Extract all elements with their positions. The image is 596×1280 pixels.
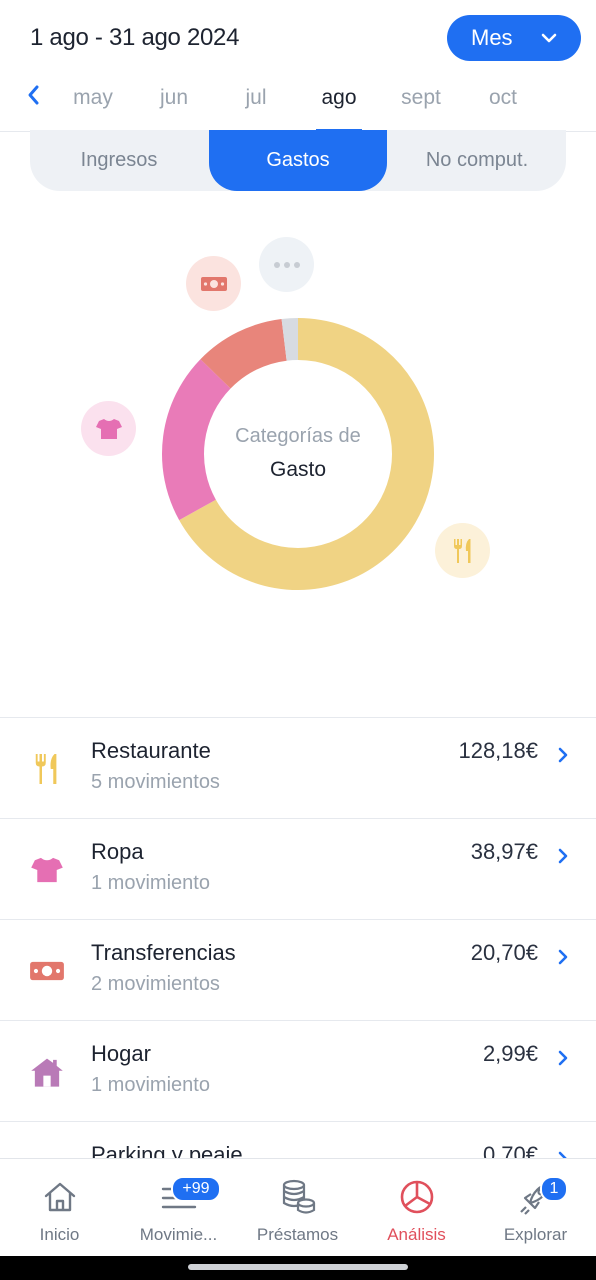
category-count: 1 movimiento [91,872,210,894]
segment-ingresos[interactable]: Ingresos [30,130,208,191]
category-amount: 2,99€ [482,1041,538,1066]
month-selector: may jun jul ago sept oct [0,80,596,132]
category-amount: 20,70€ [470,940,538,965]
tab-explorar[interactable]: 1 Explorar [476,1159,595,1257]
tab-inicio[interactable]: Inicio [0,1159,119,1257]
tab-label: Análisis [387,1225,446,1244]
fork-knife-icon [453,538,470,563]
category-icon-wrap [24,1049,70,1095]
tshirt-icon [31,857,63,883]
category-name: Transferencias [91,940,236,965]
month-tab-oct[interactable]: oct [489,86,517,110]
donut-slice-otros[interactable] [281,318,299,361]
month-tab-jul[interactable]: jul [245,86,266,110]
category-name: Ropa [91,839,144,864]
header: 1 ago - 31 ago 2024 Mes may jun jul ago … [0,0,596,132]
category-count: 1 movimiento [91,1074,210,1096]
category-list: Restaurante 5 movimientos 128,18€ Ropa 1… [0,717,596,1222]
tab-movimientos[interactable]: +99 Movimie... [119,1159,238,1257]
category-donut-chart: Categorías de Gasto [0,200,596,700]
category-row-restaurante[interactable]: Restaurante 5 movimientos 128,18€ [0,717,596,818]
period-selector-button[interactable]: Mes [447,15,581,61]
tab-label: Inicio [39,1225,80,1244]
month-tab-jun[interactable]: jun [160,86,188,110]
coins-icon [282,1179,315,1214]
home-icon [44,1182,75,1212]
tab-analisis[interactable]: Análisis [357,1159,476,1257]
chevron-right-icon [558,848,568,864]
house-icon [31,1058,63,1087]
movements-badge: +99 [171,1176,221,1202]
home-gesture-pill[interactable] [188,1264,408,1270]
category-name: Restaurante [91,738,211,763]
type-segmented-control: Ingresos Gastos No comput. [30,130,566,191]
category-amount: 38,97€ [470,839,538,864]
fork-knife-icon [35,754,57,784]
category-row-ropa[interactable]: Ropa 1 movimiento 38,97€ [0,818,596,919]
category-count: 2 movimientos [91,973,220,995]
category-name: Hogar [91,1041,151,1066]
chevron-right-icon [558,949,568,965]
tab-label: Préstamos [256,1225,339,1244]
donut-center-line2: Gasto [269,458,327,481]
category-row-transferencias[interactable]: Transferencias 2 movimientos 20,70€ [0,919,596,1020]
category-row-hogar[interactable]: Hogar 1 movimiento 2,99€ [0,1020,596,1121]
other-bubble[interactable] [259,237,314,292]
money-icon [30,961,64,981]
donut-center-label: Categorías de Gasto [198,425,398,482]
system-navigation-bar [0,1256,596,1280]
category-amount: 128,18€ [458,738,538,763]
explore-badge: 1 [540,1176,568,1202]
period-label: Mes [471,25,513,50]
money-icon [200,276,227,291]
donut-center-line1: Categorías de [235,425,361,447]
category-icon-wrap [24,847,70,893]
month-tab-may[interactable]: may [73,86,113,110]
category-count: 5 movimientos [91,771,220,793]
bottom-tab-bar: Inicio +99 Movimie... Préstamos Análisis [0,1158,596,1256]
tab-prestamos[interactable]: Préstamos [238,1159,357,1257]
segment-gastos[interactable]: Gastos [209,130,387,191]
date-range: 1 ago - 31 ago 2024 [30,24,240,51]
category-icon-wrap [24,948,70,994]
donut-slice-transferencias[interactable] [200,318,288,390]
chevron-right-icon [558,747,568,763]
pie-chart-icon [400,1180,433,1214]
tab-label: Explorar [503,1225,568,1244]
transfer-bubble[interactable] [186,256,241,311]
month-tab-sept[interactable]: sept [401,86,441,110]
month-tab-ago[interactable]: ago [321,86,356,110]
category-icon-wrap [24,746,70,792]
chevron-left-icon[interactable] [24,84,44,106]
chevron-down-icon [541,33,557,43]
chevron-right-icon [558,1050,568,1066]
clothing-bubble[interactable] [81,401,136,456]
more-icon [273,261,300,268]
tab-label: Movimie... [139,1225,218,1244]
restaurant-bubble[interactable] [435,523,490,578]
segment-no-computables[interactable]: No comput. [388,130,566,191]
tshirt-icon [95,418,122,439]
